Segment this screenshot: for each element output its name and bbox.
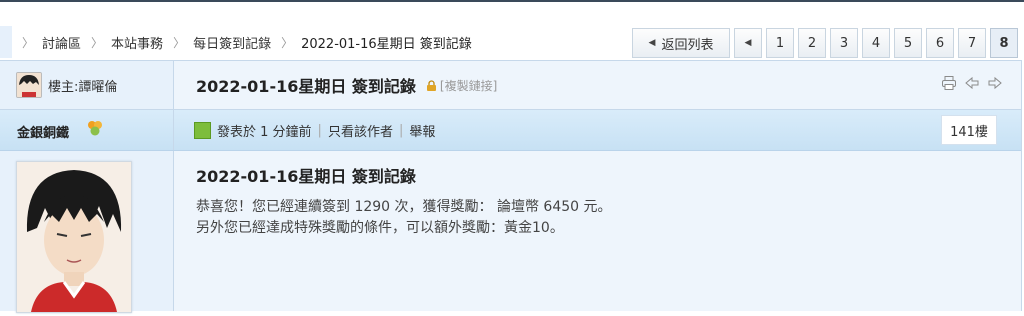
page-7-button[interactable]: 7 — [958, 28, 986, 58]
page-1-button[interactable]: 1 — [766, 28, 794, 58]
breadcrumb-site-affairs[interactable]: 本站事務 — [111, 33, 163, 52]
thread-author-prefix: 樓主: — [48, 79, 79, 95]
post-title-row: 2022-01-16星期日 簽到記錄 [複製鏈接] — [174, 61, 1021, 110]
thread-author-row: 樓主: 譚曜倫 — [0, 61, 173, 110]
medal-icon — [88, 121, 102, 136]
top-border — [0, 0, 1024, 2]
breadcrumb: 〉 討論區 〉 本站事務 〉 每日簽到記錄 〉 2022-01-16星期日 簽到… — [22, 32, 482, 52]
posted-time: 發表於 1 分鐘前 — [217, 125, 312, 140]
avatar[interactable] — [16, 161, 132, 313]
post-content: 2022-01-16星期日 簽到記錄 恭喜您！您已經連續簽到 1290 次，獲得… — [196, 163, 612, 239]
username[interactable]: 金銀銅鐵 — [17, 122, 69, 141]
triangle-left-icon: ◀ — [648, 38, 656, 48]
back-to-list-label: 返回列表 — [661, 37, 714, 53]
chevron-right-icon: 〉 — [173, 35, 186, 50]
page-5-button[interactable]: 5 — [894, 28, 922, 58]
left-decoration — [0, 26, 12, 58]
content-line: 恭喜您！您已經連續簽到 1290 次，獲得獎勵： 論壇幣 6450 元。 — [196, 199, 612, 215]
content-title: 2022-01-16星期日 簽到記錄 — [196, 167, 416, 186]
divider: | — [317, 123, 322, 138]
floor-number[interactable]: 141樓 — [941, 115, 997, 145]
report-link[interactable]: 舉報 — [409, 121, 435, 140]
printer-icon[interactable] — [941, 75, 957, 91]
user-avatar-icon[interactable] — [16, 72, 42, 98]
triangle-left-icon: ◀ — [744, 38, 752, 48]
thread-tools — [941, 75, 1003, 91]
lock-icon — [426, 79, 436, 91]
page-6-button[interactable]: 6 — [926, 28, 954, 58]
arrow-right-icon[interactable] — [987, 75, 1003, 91]
author-only-link[interactable]: 只看該作者 — [328, 121, 393, 140]
chevron-right-icon: 〉 — [91, 35, 104, 50]
arrow-left-icon[interactable] — [964, 75, 980, 91]
breadcrumb-daily-checkin[interactable]: 每日簽到記錄 — [193, 33, 271, 52]
thread-title: 2022-01-16星期日 簽到記錄 — [196, 77, 416, 96]
current-page[interactable]: 8 — [990, 28, 1018, 58]
back-to-list-button[interactable]: ◀ 返回列表 — [632, 28, 730, 58]
page-2-button[interactable]: 2 — [798, 28, 826, 58]
page-4-button[interactable]: 4 — [862, 28, 890, 58]
chevron-right-icon: 〉 — [22, 35, 35, 50]
thread-author-name[interactable]: 譚曜倫 — [78, 76, 117, 95]
post-icon — [194, 122, 211, 139]
post-meta: 發表於 1 分鐘前 | 只看該作者 | 舉報 — [194, 121, 435, 140]
prev-page-button[interactable]: ◀ — [734, 28, 762, 58]
divider: | — [398, 123, 404, 138]
content-line: 另外您已經達成特殊獎勵的條件，可以額外獎勵：黃金10。 — [196, 220, 564, 236]
post-info-band: 金銀銅鐵 發表於 1 分鐘前 | 只看該作者 | 舉報 141樓 — [0, 110, 1021, 151]
breadcrumb-forum[interactable]: 討論區 — [42, 33, 81, 52]
page-3-button[interactable]: 3 — [830, 28, 858, 58]
copy-link[interactable]: [複製鏈接] — [440, 77, 497, 94]
breadcrumb-current-thread[interactable]: 2022-01-16星期日 簽到記錄 — [301, 33, 472, 52]
pagination: ◀ 返回列表 ◀ 1 2 3 4 5 6 7 8 — [632, 28, 1018, 58]
divider — [173, 110, 174, 150]
chevron-right-icon: 〉 — [281, 35, 294, 50]
post: 2022-01-16星期日 簽到記錄 [複製鏈接] 樓主: 譚曜倫 金銀銅鐵 發… — [0, 60, 1022, 313]
